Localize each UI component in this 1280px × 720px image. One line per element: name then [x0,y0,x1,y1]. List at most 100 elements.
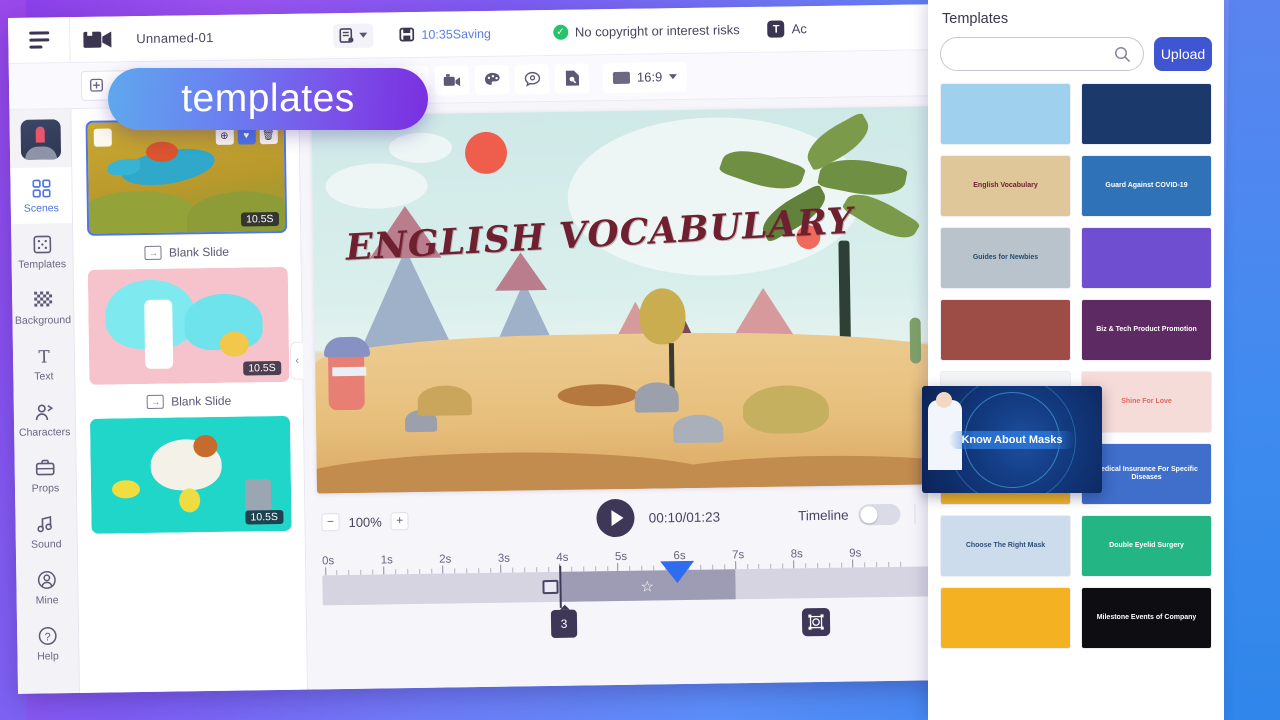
sidebar-item-props[interactable]: Props [14,447,76,504]
timeline-tick [734,561,736,570]
hamburger-icon[interactable] [8,16,71,64]
scene-thumbnail[interactable]: 10.5S [87,266,289,385]
template-card[interactable]: English Vocabulary [940,155,1071,217]
account-label[interactable]: Ac [792,21,807,36]
sidebar-item-sound[interactable]: Sound [15,503,77,560]
search-input[interactable] [953,47,1114,61]
templates-icon [32,233,51,255]
palette-icon[interactable] [474,64,510,95]
clip-handle-icon[interactable] [542,579,560,595]
sidebar-item-label: Background [14,313,72,327]
template-card[interactable]: Double Eyelid Surgery [1081,515,1212,577]
timeline-toggle[interactable] [858,503,901,525]
upload-button[interactable]: Upload [1154,37,1212,71]
caption-overlay: templates [108,68,428,130]
timeline-tick-label: 5s [614,550,628,564]
scene-select-checkbox[interactable] [93,128,112,147]
doctor-head [936,392,952,408]
aspect-ratio-selector[interactable]: 16:9 [602,61,688,93]
background-icon [33,289,52,311]
playback-time: 00:10/01:23 [648,508,721,526]
template-card[interactable] [940,83,1071,145]
template-card[interactable] [1081,83,1212,145]
template-card[interactable] [940,587,1071,649]
video-camera-icon[interactable] [76,28,120,51]
template-card[interactable] [940,299,1071,361]
project-title[interactable]: Unnamed-01 [136,30,213,46]
sidebar-item-help[interactable]: ? Help [17,615,79,672]
scene-art-shape [193,434,218,458]
text-tool-icon[interactable]: T [767,20,785,38]
user-icon [37,569,56,591]
timeline-tick-label: 4s [556,551,569,564]
timeline-tick [617,563,619,572]
collapse-scenes-panel-button[interactable]: ‹ [289,341,304,380]
scene-thumbnail[interactable]: 10.5S [89,415,292,534]
timeline-tick [500,564,502,573]
templates-grid: English Vocabulary Guard Against COVID-1… [940,83,1212,649]
scene-canvas[interactable]: ENGLISH VOCABULARY [311,106,954,494]
templates-panel: Templates Upload English Vocabulary Guar… [928,0,1224,720]
sound-icon [36,513,55,535]
timeline-tick-label: 0s [322,555,335,568]
chevron-down-icon [669,74,678,80]
template-card[interactable] [1081,227,1212,289]
sidebar-item-scenes[interactable]: Scenes [10,167,73,224]
transform-object-icon[interactable] [801,607,830,637]
template-card[interactable]: Guides for Newbies [940,227,1071,289]
scene-thumbnail[interactable]: ⊕ ♥ 🗑 10.5S [85,117,287,236]
blank-slide-label: Blank Slide [168,244,230,260]
star-icon[interactable]: ☆ [640,577,654,595]
scenes-panel: ⊕ ♥ 🗑 10.5S → Blank Slide 10.5S → Blank … [71,105,308,694]
plus-square-icon [89,78,104,92]
zoom-out-button[interactable]: − [321,513,340,532]
zoom-level-value: 100% [348,514,382,530]
character-hat-shape [323,336,370,358]
play-icon [611,509,624,527]
template-hover-preview[interactable]: Know About Masks [922,386,1102,493]
template-card[interactable]: Milestone Events of Company [1081,587,1212,649]
sidebar-item-label: Scenes [23,201,59,215]
save-status-group[interactable]: 10:35Saving [399,26,491,42]
playback-bar: − 100% + 00:10/01:23 Timeline Sc [305,484,954,552]
avatar[interactable] [20,119,61,160]
video-camera-icon[interactable] [434,64,470,96]
help-icon: ? [38,625,57,647]
timeline-tick [324,567,326,576]
sidebar-item-mine[interactable]: Mine [16,559,78,616]
template-card[interactable]: Guard Against COVID-19 [1081,155,1212,217]
characters-icon [35,401,54,423]
play-button[interactable] [596,498,636,538]
template-card[interactable]: Biz & Tech Product Promotion [1081,299,1212,361]
template-card[interactable]: Choose The Right Mask [940,515,1071,577]
search-input-wrapper[interactable] [940,37,1144,71]
timeline-tick [383,566,385,575]
bush-shape [417,385,472,417]
blank-slide-divider[interactable]: → Blank Slide [76,386,303,419]
canvas-wrapper: ENGLISH VOCABULARY [299,96,954,494]
svg-text:?: ? [45,631,51,643]
subtitle-icon[interactable] [514,63,550,94]
sidebar-item-templates[interactable]: Templates [11,223,73,280]
zoom-in-button[interactable]: + [390,512,409,531]
blank-slide-divider[interactable]: → Blank Slide [73,237,300,270]
document-settings-icon[interactable] [333,23,374,48]
document-icon[interactable] [554,62,590,94]
sidebar-item-label: Props [31,481,60,495]
sidebar-item-characters[interactable]: Characters [14,391,76,448]
frame-number-badge[interactable]: 3 [550,609,578,639]
props-icon [35,457,55,479]
svg-text:T: T [38,347,50,365]
timeline-tick-label: 2s [439,553,452,566]
screen-icon [612,71,631,84]
sidebar-item-background[interactable]: Background [12,279,74,336]
sidebar-item-text[interactable]: T Text [13,335,75,392]
copyright-risk-text: No copyright or interest risks [574,22,740,40]
playhead-handle[interactable] [659,560,695,584]
sidebar-item-label: Templates [18,257,67,271]
timeline-tick [851,559,853,568]
timeline-tick [441,565,443,574]
timeline-tick-label: 7s [731,549,745,562]
scene-art-shape [219,331,250,357]
